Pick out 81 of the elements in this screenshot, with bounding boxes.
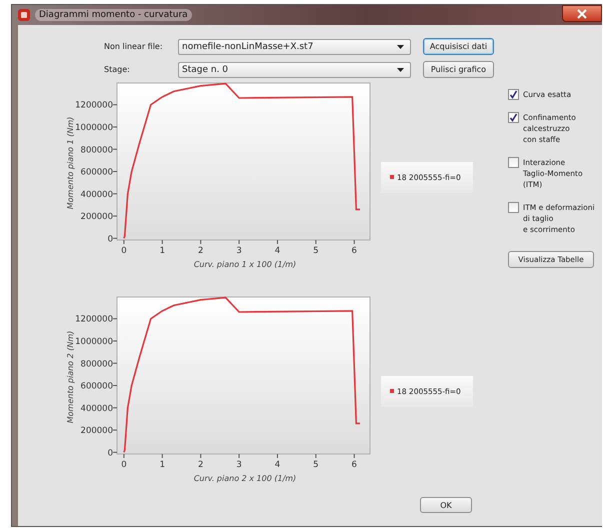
window-title: Diagrammi momento - curvatura bbox=[35, 9, 192, 21]
y-tick-label: 1200000 bbox=[75, 100, 113, 111]
tick-mark bbox=[112, 104, 118, 106]
x-tick-label: 6 bbox=[352, 246, 357, 256]
y-tick-label: 200000 bbox=[80, 426, 113, 436]
x-tick-label: 6 bbox=[352, 460, 357, 470]
close-icon bbox=[577, 8, 587, 18]
tick-mark bbox=[123, 454, 124, 458]
close-button[interactable] bbox=[562, 5, 602, 22]
dropdown-arrow-icon bbox=[397, 44, 404, 48]
tick-mark bbox=[112, 318, 118, 320]
tick-mark bbox=[112, 385, 118, 386]
checkbox[interactable] bbox=[508, 112, 519, 123]
tick-mark bbox=[276, 454, 278, 458]
tick-mark bbox=[112, 362, 118, 364]
x-tick-label: 4 bbox=[274, 460, 280, 470]
x-axis-title: Curv. piano 2 x 100 (1/m) bbox=[194, 474, 296, 483]
checkmark-icon bbox=[509, 90, 518, 99]
dropdown-arrow-icon bbox=[397, 68, 404, 72]
x-tick-label: 2 bbox=[198, 246, 204, 256]
dropdown-value: nomefile-nonLinMasse+X.st7 bbox=[182, 42, 314, 52]
tick-mark bbox=[112, 340, 118, 342]
x-tick-label: 1 bbox=[160, 460, 166, 470]
tick-mark bbox=[238, 454, 240, 458]
y-tick-label: 200000 bbox=[80, 212, 113, 222]
ok-button[interactable]: OK bbox=[420, 497, 472, 513]
y-tick-label: 400000 bbox=[80, 190, 113, 200]
x-axis-title: Curv. piano 1 x 100 (1/m) bbox=[194, 260, 296, 269]
tick-mark bbox=[315, 240, 316, 244]
tick-mark bbox=[200, 240, 202, 244]
y-axis-title: Momento piano 2 (Nm) bbox=[66, 330, 75, 424]
y-tick-label: 400000 bbox=[80, 404, 113, 414]
y-tick-label: 0 bbox=[108, 448, 113, 458]
app-icon bbox=[17, 8, 31, 22]
x-tick-label: 5 bbox=[313, 246, 319, 256]
tick-mark bbox=[112, 430, 118, 431]
tick-mark bbox=[123, 240, 124, 244]
y-tick-label: 0 bbox=[108, 234, 113, 244]
y-tick-label: 600000 bbox=[80, 382, 113, 392]
checkbox[interactable] bbox=[508, 157, 519, 168]
checkbox[interactable] bbox=[508, 202, 519, 213]
tick-mark bbox=[162, 454, 163, 458]
y-tick-label: 1000000 bbox=[75, 336, 113, 347]
tick-mark bbox=[112, 407, 118, 408]
tick-mark bbox=[112, 216, 118, 217]
tick-mark bbox=[112, 452, 118, 453]
tick-mark bbox=[112, 193, 118, 194]
tick-mark bbox=[354, 454, 355, 458]
x-tick-label: 5 bbox=[313, 460, 319, 470]
y-tick-label: 800000 bbox=[80, 145, 113, 156]
tick-mark bbox=[162, 240, 163, 244]
dropdown[interactable]: nomefile-nonLinMasse+X.st7 bbox=[178, 38, 411, 54]
tick-mark bbox=[238, 240, 240, 244]
dropdown-value: Stage n. 0 bbox=[182, 64, 228, 74]
x-tick-label: 3 bbox=[236, 246, 242, 256]
y-tick-label: 800000 bbox=[80, 359, 113, 370]
y-tick-label: 1200000 bbox=[75, 314, 113, 325]
dropdown[interactable]: Stage n. 0 bbox=[178, 62, 411, 78]
action-button[interactable]: Pulisci grafico bbox=[423, 61, 494, 78]
y-tick-label: 1000000 bbox=[75, 122, 113, 133]
field-label: Non linear file: bbox=[104, 42, 164, 51]
checkmark-icon bbox=[509, 113, 518, 122]
x-tick-label: 0 bbox=[121, 460, 127, 470]
action-button[interactable]: Acquisisci dati bbox=[423, 38, 494, 55]
y-tick-label: 600000 bbox=[80, 168, 113, 178]
tick-mark bbox=[112, 126, 118, 128]
checkbox[interactable] bbox=[508, 89, 519, 100]
x-tick-label: 0 bbox=[121, 246, 127, 256]
y-axis-title: Momento piano 1 (Nm) bbox=[66, 116, 75, 210]
x-tick-label: 2 bbox=[198, 460, 204, 470]
x-tick-label: 1 bbox=[160, 246, 166, 256]
x-tick-label: 3 bbox=[236, 460, 242, 470]
tick-mark bbox=[112, 148, 118, 150]
field-label: Stage: bbox=[104, 65, 131, 74]
tick-mark bbox=[112, 238, 118, 239]
tick-mark bbox=[112, 171, 118, 172]
x-tick-label: 4 bbox=[274, 246, 280, 256]
tick-mark bbox=[200, 454, 202, 458]
tick-mark bbox=[315, 454, 316, 458]
tick-mark bbox=[276, 240, 278, 244]
tick-mark bbox=[354, 240, 355, 244]
